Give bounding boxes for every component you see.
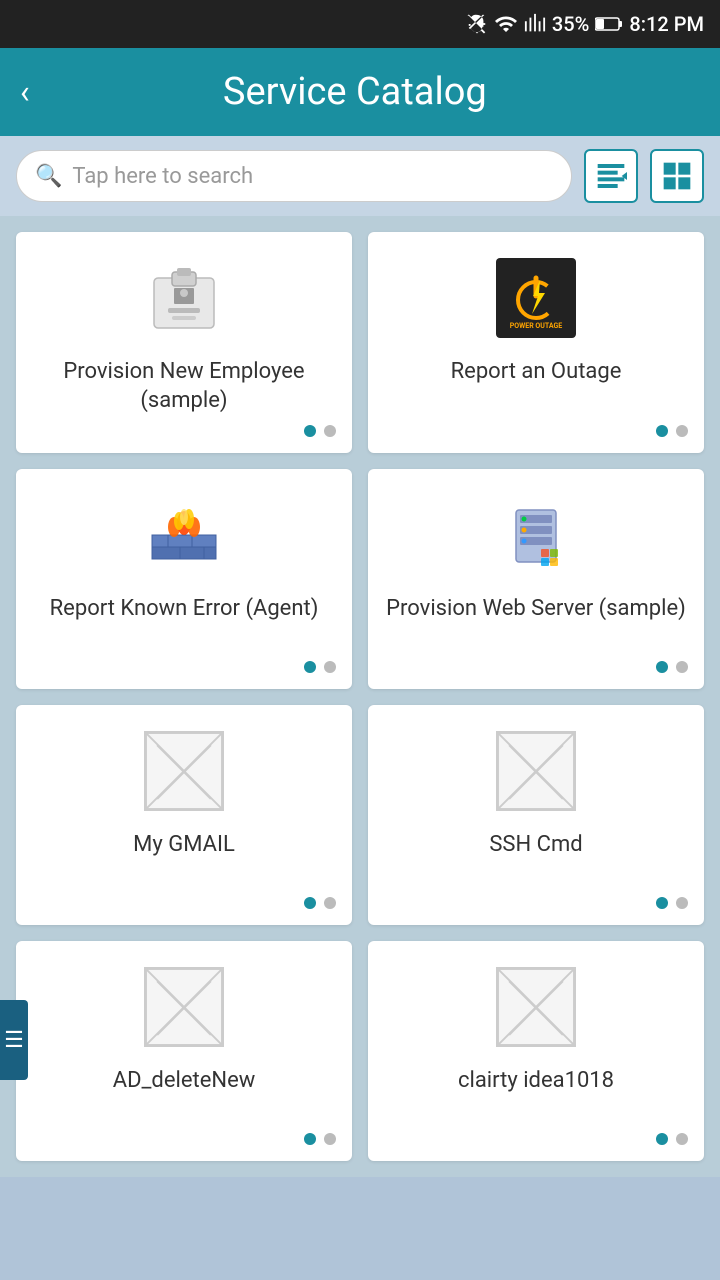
card-my-gmail[interactable]: My GMAIL bbox=[16, 705, 352, 925]
card-dots-gmail bbox=[304, 897, 336, 909]
card-dots-server bbox=[656, 661, 688, 673]
card-title-provision-new-employee: Provision New Employee (sample) bbox=[32, 358, 336, 415]
dot-inactive bbox=[676, 897, 688, 909]
page-title: Service Catalog bbox=[50, 70, 660, 114]
card-report-known-error[interactable]: Report Known Error (Agent) bbox=[16, 469, 352, 689]
battery-level: 35% bbox=[552, 12, 589, 36]
side-drawer-tab[interactable]: ☰ bbox=[0, 1000, 28, 1080]
card-icon-clairty bbox=[384, 957, 688, 1057]
card-report-outage[interactable]: POWER OUTAGE Report an Outage bbox=[368, 232, 704, 453]
card-icon-ad bbox=[32, 957, 336, 1057]
search-placeholder: Tap here to search bbox=[72, 164, 253, 189]
catalog-grid: Provision New Employee (sample) POWER OU… bbox=[0, 216, 720, 1177]
card-dots-provision bbox=[304, 425, 336, 437]
card-ad-delete-new[interactable]: AD_deleteNew bbox=[16, 941, 352, 1161]
card-title-report-known-error: Report Known Error (Agent) bbox=[50, 595, 319, 651]
grid-icon bbox=[661, 160, 693, 192]
dot-active bbox=[656, 425, 668, 437]
card-title-ad-delete-new: AD_deleteNew bbox=[113, 1067, 256, 1123]
card-dots-error bbox=[304, 661, 336, 673]
hamburger-icon: ☰ bbox=[2, 1028, 27, 1053]
firewall-icon bbox=[144, 495, 224, 575]
dot-active bbox=[656, 897, 668, 909]
server-icon bbox=[496, 495, 576, 575]
card-icon-outage: POWER OUTAGE bbox=[384, 248, 688, 348]
placeholder-image-ssh bbox=[496, 731, 576, 811]
card-icon-provision bbox=[32, 248, 336, 348]
dot-inactive bbox=[676, 1133, 688, 1145]
dot-inactive bbox=[676, 425, 688, 437]
card-icon-firewall bbox=[32, 485, 336, 585]
card-title-clairty-idea: clairty idea1018 bbox=[458, 1067, 614, 1123]
dot-inactive bbox=[324, 425, 336, 437]
dot-active bbox=[656, 661, 668, 673]
search-area: 🔍 Tap here to search bbox=[0, 136, 720, 216]
card-icon-gmail bbox=[32, 721, 336, 821]
card-clairty-idea[interactable]: clairty idea1018 bbox=[368, 941, 704, 1161]
placeholder-image-gmail bbox=[144, 731, 224, 811]
dot-active bbox=[304, 897, 316, 909]
list-filter-icon bbox=[595, 160, 627, 192]
badge-icon bbox=[144, 258, 224, 338]
card-dots-ssh bbox=[656, 897, 688, 909]
card-dots-clairty bbox=[656, 1133, 688, 1145]
card-title-ssh-cmd: SSH Cmd bbox=[489, 831, 582, 887]
dot-active bbox=[656, 1133, 668, 1145]
dot-inactive bbox=[324, 661, 336, 673]
app-header: ‹ Service Catalog bbox=[0, 48, 720, 136]
card-dots-ad bbox=[304, 1133, 336, 1145]
grid-toggle-button[interactable] bbox=[650, 149, 704, 203]
search-icon: 🔍 bbox=[35, 164, 62, 189]
status-icons: 35% 8:12 PM bbox=[466, 12, 704, 36]
outage-icon: POWER OUTAGE bbox=[496, 258, 576, 338]
card-icon-ssh bbox=[384, 721, 688, 821]
dot-active bbox=[304, 661, 316, 673]
list-filter-toggle-button[interactable] bbox=[584, 149, 638, 203]
card-title-my-gmail: My GMAIL bbox=[133, 831, 235, 887]
dot-inactive bbox=[324, 897, 336, 909]
card-title-provision-web-server: Provision Web Server (sample) bbox=[386, 595, 686, 651]
card-provision-web-server[interactable]: Provision Web Server (sample) bbox=[368, 469, 704, 689]
status-bar: 35% 8:12 PM bbox=[0, 0, 720, 48]
placeholder-image-ad bbox=[144, 967, 224, 1047]
dot-inactive bbox=[324, 1133, 336, 1145]
back-button[interactable]: ‹ bbox=[20, 76, 30, 108]
card-dots-outage bbox=[656, 425, 688, 437]
dot-inactive bbox=[676, 661, 688, 673]
clock: 8:12 PM bbox=[629, 12, 704, 36]
svg-text:POWER OUTAGE: POWER OUTAGE bbox=[510, 322, 562, 330]
search-input-container[interactable]: 🔍 Tap here to search bbox=[16, 150, 572, 202]
card-icon-server bbox=[384, 485, 688, 585]
card-title-report-outage: Report an Outage bbox=[451, 358, 622, 415]
dot-active bbox=[304, 425, 316, 437]
card-ssh-cmd[interactable]: SSH Cmd bbox=[368, 705, 704, 925]
placeholder-image-clairty bbox=[496, 967, 576, 1047]
card-provision-new-employee[interactable]: Provision New Employee (sample) bbox=[16, 232, 352, 453]
dot-active bbox=[304, 1133, 316, 1145]
